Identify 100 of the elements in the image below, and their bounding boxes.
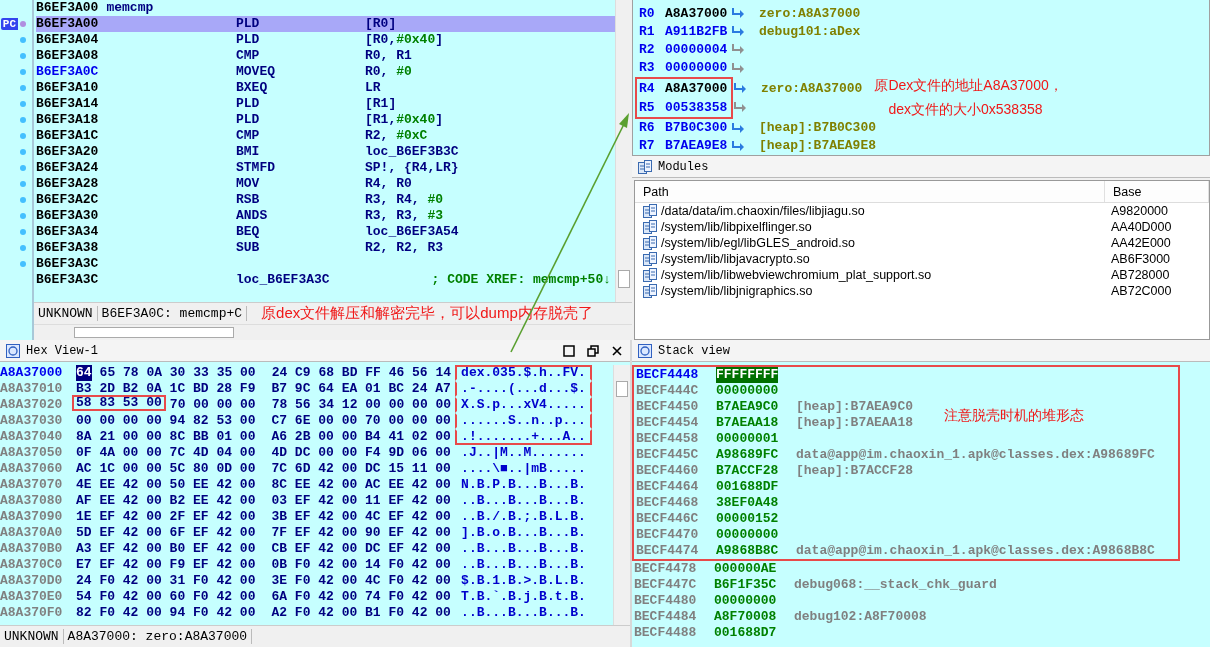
ascii-text: ..B...B...B...B.	[460, 605, 587, 621]
restore-icon[interactable]	[586, 343, 600, 358]
register-reference: [heap]:B7B0C300	[759, 120, 877, 136]
hex-bytes: 1E EF 42 00 2F EF 42 00	[76, 509, 256, 525]
stack-address: BECF4448	[636, 367, 700, 383]
hex-bytes: 5D EF 42 00 6F EF 42 00	[76, 525, 256, 541]
code-address: B6EF3A34	[36, 224, 100, 240]
operands: loc_B6EF3B3C	[365, 144, 459, 160]
module-icon	[643, 204, 657, 218]
hex-address: A8A37000	[0, 365, 64, 381]
ascii-text: $.B.1.B.>.B.L.B.	[460, 573, 587, 589]
hex-bytes: 8A 21 00 00 8C BB 01 00	[76, 429, 256, 445]
close-icon[interactable]	[610, 343, 624, 358]
breakpoint-dot-icon[interactable]	[20, 133, 26, 139]
stack-address: BECF446C	[636, 511, 700, 527]
breakpoint-dot-icon[interactable]	[20, 181, 26, 187]
ascii-text: ..B...B...B...B.	[460, 493, 587, 509]
module-path[interactable]: /data/data/im.chaoxin/files/libjiagu.so	[661, 204, 865, 218]
mnemonic: CMP	[236, 128, 261, 144]
mnemonic: PLD	[236, 112, 261, 128]
hex-bytes: A6 2B 00 00 B4 41 02 00	[271, 429, 451, 445]
breakpoint-dot-icon[interactable]	[20, 21, 26, 27]
ascii-text: ..B...B...B...B.	[460, 557, 587, 573]
return-arrow-icon	[733, 82, 747, 95]
code-address: B6EF3A08	[36, 48, 100, 64]
hex-address: A8A37090	[0, 509, 64, 525]
ascii-text: X.S.p...xV4.....	[455, 397, 592, 413]
operands: [R1,#0x40]	[365, 112, 444, 128]
stack-value: 00000001	[716, 431, 779, 447]
breakpoint-dot-icon[interactable]	[20, 69, 26, 75]
breakpoint-dot-icon[interactable]	[20, 197, 26, 203]
vertical-scrollbar[interactable]	[613, 365, 630, 625]
breakpoint-dot-icon[interactable]	[20, 165, 26, 171]
hex-address: A8A370B0	[0, 541, 64, 557]
return-arrow-icon	[731, 7, 745, 20]
breakpoint-dot-icon[interactable]	[20, 37, 26, 43]
register-value: 00538358	[665, 99, 729, 115]
hex-bytes: 3E F0 42 00 4C F0 42 00	[271, 573, 451, 589]
breakpoint-dot-icon[interactable]	[20, 149, 26, 155]
breakpoint-dot-icon[interactable]	[20, 213, 26, 219]
vertical-scrollbar[interactable]	[615, 0, 632, 302]
operands: [R0,#0x40]	[365, 32, 444, 48]
code-address: B6EF3A3C	[36, 272, 100, 288]
register-name: R7	[639, 138, 656, 154]
register-value: B7B0C300	[665, 120, 729, 136]
ascii-text: dex.035.$.h..FV.	[455, 365, 592, 381]
breakpoint-dot-icon[interactable]	[20, 117, 26, 123]
module-icon	[643, 236, 657, 250]
module-path[interactable]: /system/lib/libjnigraphics.so	[661, 284, 813, 298]
hex-bytes: B3 2D B2 0A 1C BD 28 F9	[76, 381, 256, 397]
hex-bytes: 82 F0 42 00 94 F0 42 00	[76, 605, 256, 621]
column-header[interactable]: Path	[635, 181, 1105, 202]
code-address: B6EF3A00	[36, 0, 99, 16]
breakpoint-dot-icon[interactable]	[20, 101, 26, 107]
module-icon	[643, 252, 657, 266]
ascii-text: ].B.o.B...B...B.	[460, 525, 587, 541]
stack-address: BECF4460	[636, 463, 700, 479]
module-base: AB728000	[1110, 268, 1171, 282]
code-address: B6EF3A3C	[36, 256, 100, 272]
horizontal-scrollbar[interactable]	[34, 324, 632, 340]
stack-reference: debug068:__stack_chk_guard	[794, 577, 997, 593]
breakpoint-dot-icon[interactable]	[20, 53, 26, 59]
stack-address: BECF445C	[636, 447, 700, 463]
stack-value: 001688D7	[714, 625, 777, 641]
stack-address: BECF4484	[634, 609, 698, 625]
annotation-text: dex文件的大小0x538358	[887, 100, 1044, 119]
operands: R3, R3, #3	[365, 208, 444, 224]
hex-bytes: 7C 6D 42 00 DC 15 11 00	[271, 461, 451, 477]
module-path[interactable]: /system/lib/libwebviewchromium_plat_support.so	[661, 268, 932, 282]
hex-bytes: A2 F0 42 00 B1 F0 42 00	[271, 605, 451, 621]
stack-address: BECF4458	[636, 431, 700, 447]
breakpoint-dot-icon[interactable]	[20, 245, 26, 251]
breakpoint-dot-icon[interactable]	[20, 85, 26, 91]
register-reference: zero:A8A37000	[759, 5, 861, 21]
mnemonic: BEQ	[236, 224, 261, 240]
segment-status: UNKNOWN	[34, 306, 98, 321]
breakpoint-dot-icon[interactable]	[20, 261, 26, 267]
mnemonic: STMFD	[236, 160, 276, 176]
stack-reference: data@app@im.chaoxin_1.apk@classes.dex:A98689FC	[796, 447, 1155, 463]
stack-address: BECF4480	[634, 593, 698, 609]
operands: R0, #0	[365, 64, 412, 80]
operands: loc_B6EF3A54	[365, 224, 459, 240]
stack-address: BECF4488	[634, 625, 698, 641]
column-header[interactable]: Base	[1105, 181, 1209, 202]
operands: R3, R4, #0	[365, 192, 444, 208]
hex-bytes: 24 F0 42 00 31 F0 42 00	[76, 573, 256, 589]
module-path[interactable]: /system/lib/libpixelflinger.so	[661, 220, 812, 234]
panel-title: Hex View-1	[26, 343, 98, 358]
location-status: B6EF3A0C: memcmp+C	[97, 306, 248, 321]
register-value: 00000000	[665, 60, 729, 76]
code-address: B6EF3A0C	[36, 64, 100, 80]
maximize-icon[interactable]	[562, 343, 576, 358]
window-icon	[638, 343, 652, 358]
module-path[interactable]: /system/lib/egl/libGLES_android.so	[661, 236, 855, 250]
module-path[interactable]: /system/lib/libjavacrypto.so	[661, 252, 810, 266]
operands: LR	[365, 80, 381, 96]
mnemonic: CMP	[236, 48, 261, 64]
hex-address: A8A37020	[0, 397, 64, 413]
breakpoint-dot-icon[interactable]	[20, 229, 26, 235]
stack-value: 001688DF	[716, 479, 779, 495]
